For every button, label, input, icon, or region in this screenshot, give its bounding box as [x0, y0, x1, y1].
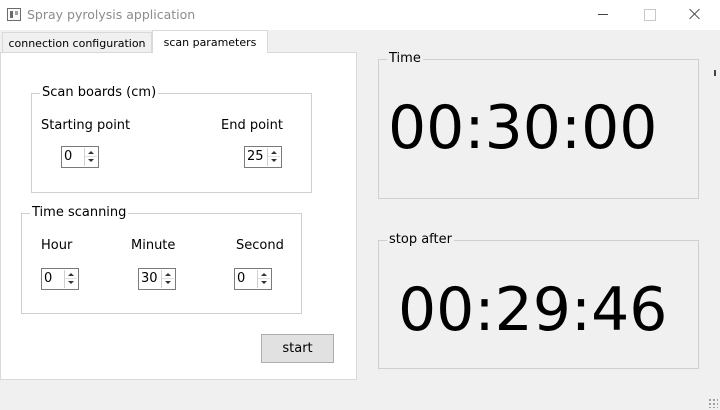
starting-point-value[interactable]: 0	[64, 149, 72, 164]
scan-boards-title: Scan boards (cm)	[40, 85, 159, 100]
tab-connection-configuration[interactable]: connection configuration	[2, 32, 152, 54]
minute-label: Minute	[131, 238, 176, 253]
app-icon	[7, 8, 21, 21]
close-icon[interactable]	[672, 0, 718, 30]
time-display: 00:30:00	[388, 93, 658, 163]
spin-down-arrow-icon[interactable]	[65, 279, 77, 288]
time-scanning-group: Time scanning Hour Minute Second 0 30 0	[21, 205, 302, 314]
minute-spinbox[interactable]: 30	[138, 268, 176, 290]
minute-value[interactable]: 30	[141, 271, 158, 286]
second-spin-buttons	[257, 270, 270, 288]
starting-point-spin-buttons	[84, 148, 97, 166]
hour-spin-buttons	[64, 270, 77, 288]
spin-up-arrow-icon[interactable]	[162, 270, 174, 279]
scan-boards-group: Scan boards (cm) Starting point End poin…	[31, 85, 312, 193]
spin-down-arrow-icon[interactable]	[268, 157, 280, 166]
title-bar: Spray pyrolysis application	[0, 0, 720, 30]
second-label: Second	[236, 238, 284, 253]
time-group-title: Time	[387, 51, 423, 66]
starting-point-spinbox[interactable]: 0	[61, 146, 99, 168]
spin-up-arrow-icon[interactable]	[258, 270, 270, 279]
spin-up-arrow-icon[interactable]	[85, 148, 97, 157]
minute-spin-buttons	[161, 270, 174, 288]
hour-value[interactable]: 0	[44, 271, 52, 286]
second-spinbox[interactable]: 0	[234, 268, 272, 290]
time-scanning-title: Time scanning	[30, 205, 129, 220]
scan-parameters-panel: Scan boards (cm) Starting point End poin…	[0, 52, 357, 380]
end-point-spin-buttons	[267, 148, 280, 166]
tab-scan-parameters[interactable]: scan parameters	[152, 30, 268, 53]
spin-up-arrow-icon[interactable]	[65, 270, 77, 279]
stop-after-group-title: stop after	[387, 232, 454, 247]
spin-down-arrow-icon[interactable]	[85, 157, 97, 166]
spin-down-arrow-icon[interactable]	[162, 279, 174, 288]
window-edge-marker	[714, 70, 716, 76]
resize-grip-icon[interactable]	[708, 398, 718, 408]
end-point-value[interactable]: 25	[247, 149, 264, 164]
spin-up-arrow-icon[interactable]	[268, 148, 280, 157]
window-title: Spray pyrolysis application	[27, 7, 196, 22]
spin-down-arrow-icon[interactable]	[258, 279, 270, 288]
start-button[interactable]: start	[261, 334, 334, 363]
end-point-label: End point	[221, 118, 283, 133]
stop-after-display: 00:29:46	[398, 275, 668, 345]
second-value[interactable]: 0	[237, 271, 245, 286]
minimize-icon[interactable]	[580, 0, 626, 30]
maximize-icon[interactable]	[626, 0, 672, 30]
starting-point-label: Starting point	[41, 118, 131, 133]
hour-label: Hour	[41, 238, 73, 253]
end-point-spinbox[interactable]: 25	[244, 146, 282, 168]
hour-spinbox[interactable]: 0	[41, 268, 79, 290]
